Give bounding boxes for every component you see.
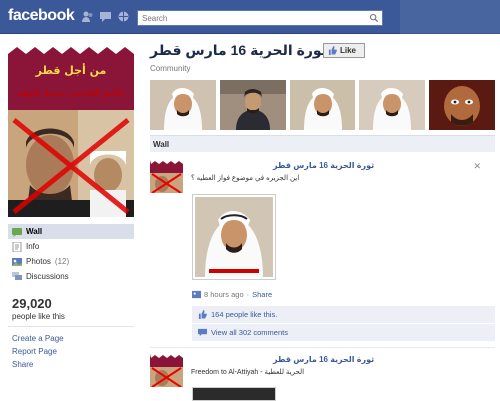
close-icon[interactable]: ✕ <box>473 161 481 172</box>
discussions-icon <box>12 271 22 282</box>
like-page-button[interactable]: Like <box>323 43 365 58</box>
wall-icon <box>12 227 22 237</box>
strip-photo[interactable] <box>429 80 495 130</box>
post-author-name[interactable]: ثورة الحرية 16 مارس قطر <box>273 161 374 170</box>
nav-wall[interactable]: Wall <box>8 224 134 239</box>
search-box <box>137 10 383 26</box>
search-input[interactable] <box>138 11 364 25</box>
thumbs-up-icon <box>328 46 337 55</box>
post-timestamp[interactable]: 8 hours ago <box>204 290 244 299</box>
post-like-summary[interactable]: 164 people like this. <box>192 306 495 323</box>
strip-photo[interactable] <box>219 80 286 130</box>
strip-photo[interactable] <box>289 80 356 130</box>
page-category[interactable]: Community <box>150 64 190 73</box>
like-count: 29,020 <box>12 296 52 311</box>
photo-strip <box>150 80 495 130</box>
nav-discussions[interactable]: Discussions <box>8 269 134 284</box>
notifications-icon[interactable] <box>117 10 130 23</box>
info-icon <box>12 241 22 252</box>
post-likes-text[interactable]: 164 people like this. <box>211 310 277 319</box>
post-comments-text[interactable]: View all 302 comments <box>211 328 288 337</box>
page-title: ثورة الحرية 16 مارس قطر <box>150 42 327 58</box>
wall-tab-bar: Wall <box>150 135 495 152</box>
nav-info-label: Info <box>26 242 40 251</box>
thumbs-up-icon <box>198 310 207 319</box>
nav-photos-label: Photos <box>26 257 51 266</box>
nav-discussions-label: Discussions <box>26 272 69 281</box>
topbar-right-area <box>400 0 500 34</box>
page-profile-picture[interactable]: من أجل قطر حاكمو القائمين بمسبل للوهيد <box>8 40 134 217</box>
share-page-link[interactable]: Share <box>12 360 33 369</box>
comment-icon <box>198 328 207 337</box>
tab-wall[interactable]: Wall <box>153 140 169 149</box>
notification-jewels <box>81 10 130 23</box>
like-button-label: Like <box>340 46 357 55</box>
post-share-link[interactable]: Share <box>252 290 272 299</box>
post-message: Freedom to Al-Attiyah - الحرية للعطية <box>191 369 305 376</box>
post-message: اين الجزيره في موضوع فواز العطيه ؟ <box>191 175 300 182</box>
photo-type-icon <box>192 290 201 299</box>
left-divider <box>8 326 134 327</box>
nav-info[interactable]: Info <box>8 239 134 254</box>
post-photo[interactable] <box>192 194 276 280</box>
like-count-label: people like this <box>12 312 65 321</box>
meta-separator: · <box>246 290 250 299</box>
post-comments-link[interactable]: View all 302 comments <box>192 324 495 341</box>
nav-wall-label: Wall <box>26 227 43 236</box>
report-page-link[interactable]: Report Page <box>12 347 57 356</box>
nav-photos[interactable]: Photos (12) <box>8 254 134 269</box>
post-photo[interactable] <box>192 387 276 401</box>
wall-post: ثورة الحرية 16 مارس قطر ✕ اين الجزيره في… <box>150 160 495 345</box>
post-author-name[interactable]: ثورة الحرية 16 مارس قطر <box>273 355 374 364</box>
profile-banner-line1: من أجل قطر <box>35 63 107 77</box>
post-meta: 8 hours ago · Share <box>192 290 272 299</box>
profile-banner-line2: حاكمو القائمين بمسبل للوهيد <box>16 88 126 97</box>
post-author-avatar[interactable] <box>150 354 183 387</box>
messages-icon[interactable] <box>99 10 112 23</box>
wall-post: ثورة الحرية 16 مارس قطر Freedom to Al-At… <box>150 354 495 401</box>
nav-photos-count: (12) <box>54 257 70 266</box>
top-bar: facebook <box>0 0 500 34</box>
search-icon[interactable] <box>367 12 380 24</box>
post-author-avatar[interactable] <box>150 160 183 193</box>
strip-photo[interactable] <box>359 80 426 130</box>
post-divider <box>150 347 495 348</box>
facebook-logo[interactable]: facebook <box>8 7 75 25</box>
create-page-link[interactable]: Create a Page <box>12 334 64 343</box>
photos-icon <box>12 257 22 267</box>
strip-photo[interactable] <box>150 80 216 130</box>
friend-requests-icon[interactable] <box>81 10 94 23</box>
